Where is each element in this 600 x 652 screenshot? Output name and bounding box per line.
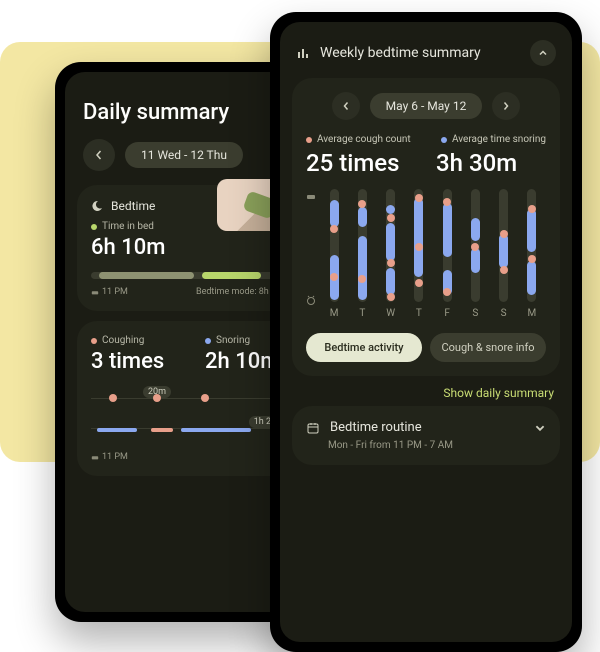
chevron-up-icon	[538, 48, 548, 58]
day-label: S	[472, 308, 478, 319]
avg-snore-value: 3h 30m	[436, 149, 546, 177]
chart-col: T	[409, 189, 429, 319]
snoring-label: Snoring	[216, 335, 250, 346]
day-label: M	[528, 308, 537, 319]
chevron-right-icon	[501, 101, 511, 111]
chevron-left-icon	[341, 101, 351, 111]
date-range-pill[interactable]: 11 Wed - 12 Thu	[125, 142, 243, 168]
weekly-title: Weekly bedtime summary	[320, 45, 520, 61]
alarm-axis-icon	[306, 295, 316, 305]
weekly-card: May 6 - May 12 Average cough count Avera…	[292, 78, 560, 376]
time-in-bed-value: 6h 10m	[91, 235, 289, 260]
prev-day-button[interactable]	[83, 139, 115, 171]
moon-icon	[91, 200, 103, 212]
next-week-button[interactable]	[492, 92, 520, 120]
day-label: T	[416, 308, 422, 319]
prev-week-button[interactable]	[332, 92, 360, 120]
legend-cough: Average cough count	[317, 134, 411, 145]
chart-col: M	[324, 189, 344, 319]
coughing-value: 3 times	[91, 349, 175, 374]
chevron-down-icon	[534, 422, 546, 434]
time-in-bed-label: Time in bed	[102, 221, 154, 232]
calendar-icon	[306, 421, 320, 435]
tab-bedtime-activity[interactable]: Bedtime activity	[306, 333, 422, 362]
routine-card[interactable]: Bedtime routine Mon - Fri from 11 PM - 7…	[292, 406, 560, 465]
chart-col: T	[352, 189, 372, 319]
collapse-button[interactable]	[530, 40, 556, 66]
week-range-pill[interactable]: May 6 - May 12	[370, 93, 483, 119]
routine-title: Bedtime routine	[330, 420, 524, 435]
cough-snore-mini-chart: 20m 1h 20m	[91, 388, 289, 444]
day-label: S	[501, 308, 507, 319]
bedtime-bar	[91, 272, 289, 279]
coughing-label: Coughing	[102, 335, 144, 346]
chart-col: S	[465, 189, 485, 319]
phone-weekly: Weekly bedtime summary May 6 - May 12 Av…	[270, 12, 582, 652]
bed-axis-icon	[306, 191, 316, 201]
routine-subtitle: Mon - Fri from 11 PM - 7 AM	[328, 440, 546, 451]
chart-col: S	[494, 189, 514, 319]
bedtime-heading: Bedtime	[111, 199, 155, 213]
foot-time: 11 PM	[102, 287, 128, 297]
bed-icon	[91, 288, 99, 296]
bar-chart-icon	[296, 46, 310, 60]
chart-col: F	[437, 189, 457, 319]
legend-snore: Average time snoring	[452, 134, 546, 145]
chart-col: M	[522, 189, 542, 319]
avg-cough-value: 25 times	[306, 149, 416, 177]
bed-icon	[91, 453, 99, 461]
weekly-chart: MTWTFSSM	[306, 189, 546, 319]
show-daily-link[interactable]: Show daily summary	[298, 386, 554, 400]
chart-col: W	[381, 189, 401, 319]
chevron-left-icon	[94, 150, 104, 160]
day-label: W	[386, 308, 395, 319]
tab-cough-snore-info[interactable]: Cough & snore info	[430, 333, 546, 362]
day-label: T	[359, 308, 365, 319]
day-label: M	[330, 308, 339, 319]
day-label: F	[444, 308, 450, 319]
